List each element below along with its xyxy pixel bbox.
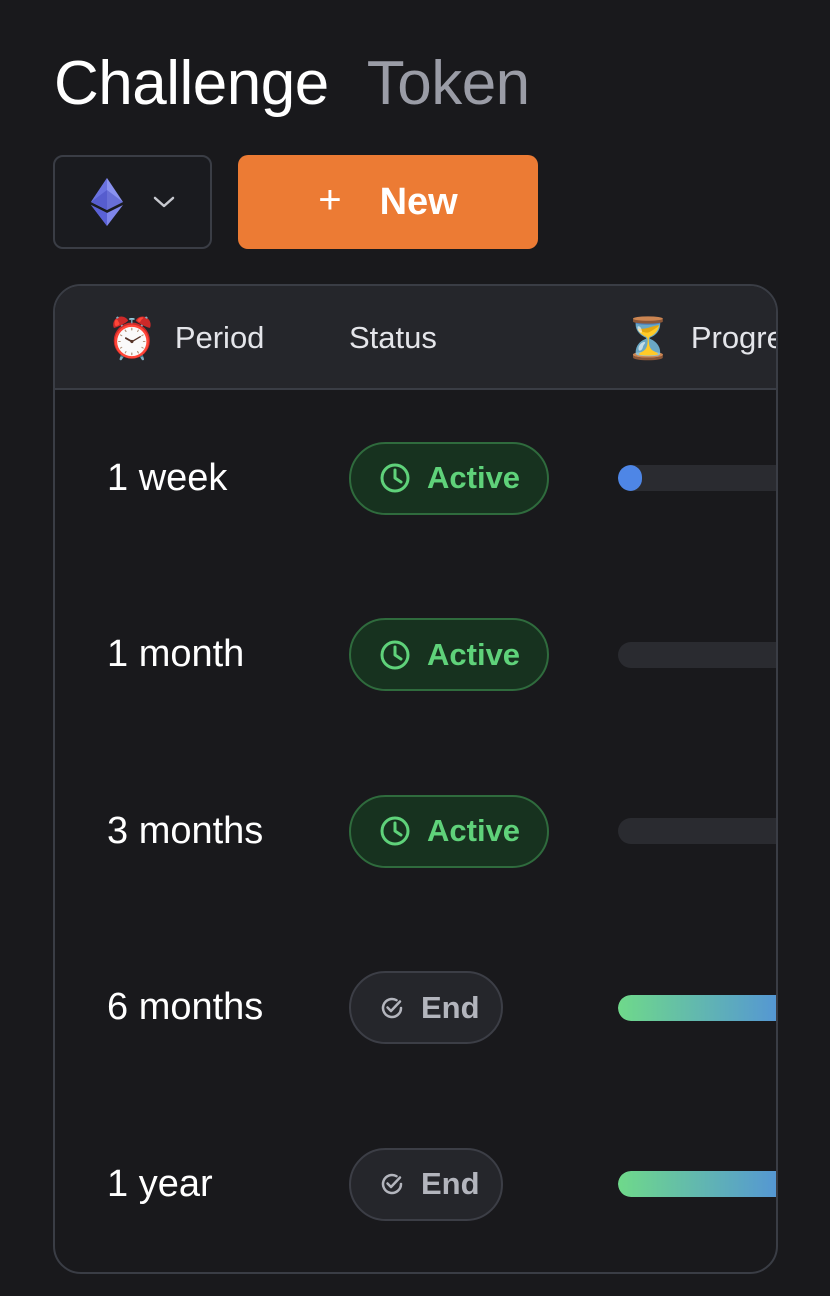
period-cell: 1 month xyxy=(107,633,245,675)
progress-fill xyxy=(618,465,642,492)
clock-icon xyxy=(379,462,411,494)
check-circle-icon xyxy=(379,995,405,1021)
column-label-progress: Progre xyxy=(690,320,778,355)
column-header-progress[interactable]: ⏳ Progre xyxy=(623,286,778,390)
chevron-down-icon xyxy=(153,195,175,209)
check-circle-icon xyxy=(379,1171,405,1197)
tab-token[interactable]: Token xyxy=(367,53,530,115)
column-label-period: Period xyxy=(174,320,265,355)
status-label: Active xyxy=(427,636,521,672)
period-cell: 1 year xyxy=(107,1162,213,1205)
column-header-period[interactable]: ⏰ Period xyxy=(107,286,264,390)
header-tabs: Challenge Token xyxy=(54,44,530,124)
page: Challenge Token + New ⏰ Period Status ⏳ … xyxy=(0,0,830,1296)
progress-fill xyxy=(618,994,776,1021)
table-row[interactable]: 1 month Active xyxy=(55,567,776,743)
period-cell: 1 week xyxy=(107,456,228,499)
status-badge[interactable]: Active xyxy=(349,441,549,515)
status-label: End xyxy=(421,1166,480,1202)
challenge-table: ⏰ Period Status ⏳ Progre 1 week Active 1 m… xyxy=(53,284,778,1274)
table-row[interactable]: 3 months Active xyxy=(55,743,776,919)
column-label-status: Status xyxy=(349,320,437,355)
period-cell: 6 months xyxy=(107,986,264,1028)
table-row[interactable]: 1 week Active xyxy=(55,390,776,566)
status-badge[interactable]: End xyxy=(349,971,503,1045)
clock-icon xyxy=(379,639,411,671)
hourglass-icon: ⏳ xyxy=(623,316,673,361)
status-badge[interactable]: Active xyxy=(349,794,549,868)
progress-bar xyxy=(618,818,776,845)
new-button-label: New xyxy=(379,180,458,223)
network-select[interactable] xyxy=(53,155,212,249)
period-cell: 3 months xyxy=(107,809,264,852)
progress-bar xyxy=(618,641,776,668)
plus-icon: + xyxy=(318,178,342,222)
status-badge[interactable]: Active xyxy=(349,618,549,692)
column-header-status[interactable]: Status xyxy=(349,286,437,390)
progress-bar xyxy=(618,465,776,492)
status-badge[interactable]: End xyxy=(349,1147,503,1221)
table-row[interactable]: 1 year End xyxy=(55,1096,776,1272)
new-button[interactable]: + New xyxy=(238,155,538,249)
alarm-clock-icon: ⏰ xyxy=(107,316,157,361)
progress-bar xyxy=(618,1171,776,1198)
ethereum-icon xyxy=(90,178,123,226)
status-label: End xyxy=(421,989,480,1025)
progress-fill xyxy=(618,1171,776,1198)
clock-icon xyxy=(379,815,411,847)
progress-bar xyxy=(618,994,776,1021)
toolbar: + New xyxy=(53,155,538,249)
table-row[interactable]: 6 months End xyxy=(55,920,776,1096)
status-label: Active xyxy=(427,813,521,849)
tab-challenge[interactable]: Challenge xyxy=(54,53,329,115)
table-header: ⏰ Period Status ⏳ Progre xyxy=(55,286,776,390)
status-label: Active xyxy=(427,460,521,496)
